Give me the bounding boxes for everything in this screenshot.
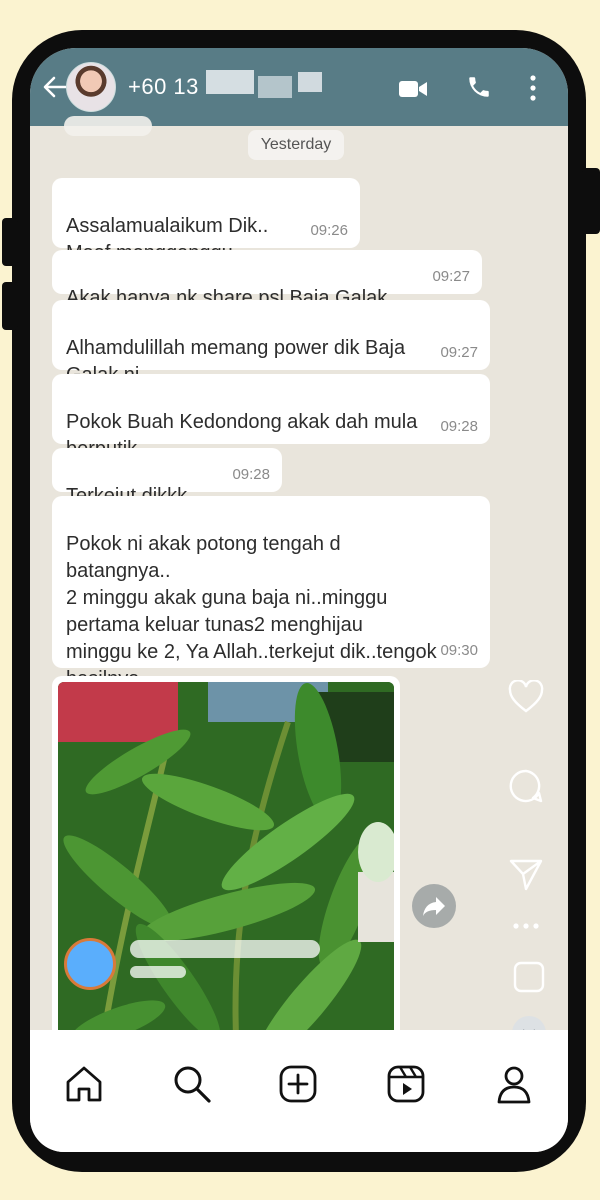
message-bubble[interactable]: Assalamualaikum Dik.. Maaf mengganggu.. … [52, 178, 360, 264]
message-bubble[interactable]: Alhamdulillah memang power dik Baja Gala… [52, 300, 490, 386]
reels-icon[interactable] [384, 1062, 428, 1106]
phone-icon[interactable] [466, 74, 492, 100]
redaction-blur [258, 76, 292, 98]
message-time: 09:27 [432, 268, 470, 285]
comment-icon[interactable] [508, 768, 544, 804]
message-bubble[interactable]: Pokok ni akak potong tengah d batangnya.… [52, 496, 490, 690]
power-button [582, 168, 600, 234]
message-time: 09:28 [440, 418, 478, 435]
video-call-icon[interactable] [398, 78, 428, 100]
create-icon[interactable] [276, 1062, 320, 1106]
overlay-pill [64, 116, 152, 136]
profile-icon[interactable] [492, 1062, 536, 1106]
message-time: 09:26 [310, 222, 348, 239]
heart-icon[interactable] [508, 680, 544, 714]
contact-name[interactable]: +60 13 [128, 74, 199, 100]
home-icon[interactable] [62, 1062, 106, 1106]
chat-header: +60 13 [30, 48, 568, 126]
send-icon[interactable] [508, 858, 544, 892]
more-vertical-icon[interactable] [528, 74, 538, 102]
image-message[interactable] [52, 676, 400, 1076]
message-bubble[interactable]: Akak hanya nk share psl Baja Galak 09:27 [52, 250, 482, 309]
phone-screen: +60 13 Yesterday Assalamualaikum Dik.. M… [30, 48, 568, 1152]
message-time: 09:30 [440, 642, 478, 659]
forward-icon [423, 897, 445, 916]
plant-photo[interactable] [58, 682, 394, 1072]
date-separator: Yesterday [248, 130, 344, 160]
message-time: 09:27 [440, 344, 478, 361]
volume-up-button [2, 218, 18, 266]
message-bubble[interactable]: Terkejut dikkk.. 09:28 [52, 448, 282, 507]
ig-username-placeholder [130, 940, 320, 958]
contact-avatar[interactable] [66, 62, 116, 112]
volume-down-button [2, 282, 18, 330]
ig-profile-avatar[interactable] [64, 938, 116, 990]
back-arrow-icon[interactable] [42, 74, 68, 100]
message-time: 09:28 [232, 466, 270, 483]
bottom-nav [30, 1030, 568, 1152]
message-text: Pokok ni akak potong tengah d batangnya.… [66, 533, 437, 690]
ig-caption-placeholder [130, 966, 186, 978]
plant-illustration [58, 682, 394, 1072]
forward-button[interactable] [412, 884, 456, 928]
redaction-blur [298, 72, 322, 92]
message-bubble[interactable]: Pokok Buah Kedondong akak dah mula berpu… [52, 374, 490, 460]
search-icon[interactable] [170, 1062, 214, 1106]
save-icon[interactable] [512, 960, 546, 994]
more-horizontal-icon[interactable] [512, 922, 540, 930]
redaction-blur [206, 70, 254, 94]
